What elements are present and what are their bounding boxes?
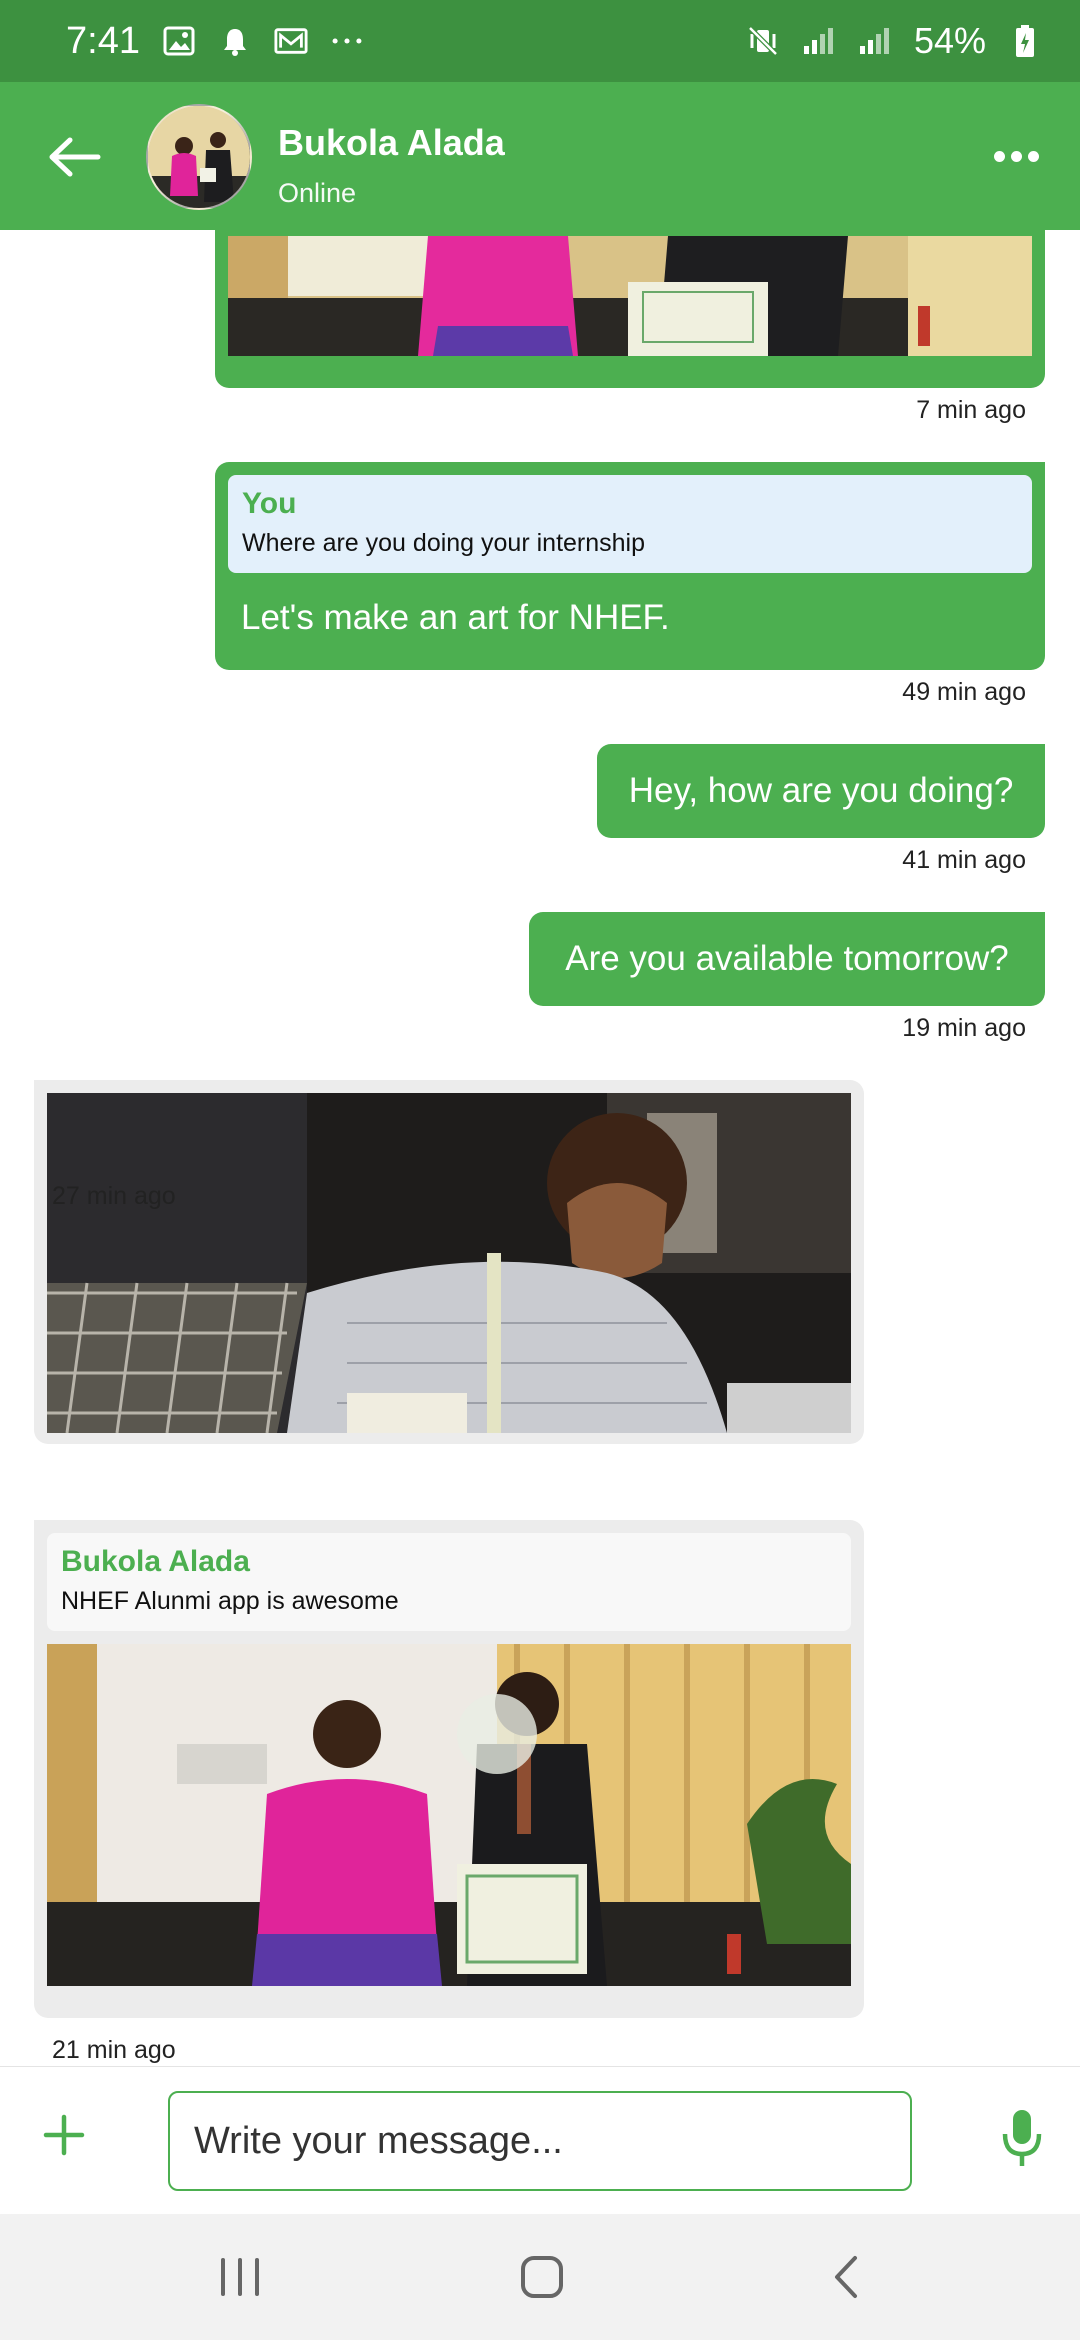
chat-header: Bukola Alada Online bbox=[0, 82, 1080, 230]
message-incoming-image[interactable] bbox=[34, 1080, 864, 1444]
chat-messages[interactable]: 7 min ago You Where are you doing your i… bbox=[0, 230, 1080, 2066]
message-composer bbox=[0, 2066, 1080, 2214]
attach-button[interactable] bbox=[36, 2107, 92, 2163]
contact-status: Online bbox=[278, 178, 357, 208]
message-timestamp: 49 min ago bbox=[902, 678, 1026, 706]
message-timestamp: 27 min ago bbox=[52, 1182, 176, 1210]
vibrate-mute-icon bbox=[746, 24, 780, 58]
back-button[interactable] bbox=[40, 122, 110, 192]
voice-record-button[interactable] bbox=[992, 2103, 1052, 2173]
more-dot-icon bbox=[1027, 150, 1039, 162]
home-button[interactable] bbox=[502, 2244, 582, 2310]
status-right: 54% bbox=[746, 20, 1042, 62]
signal-strength-icon bbox=[802, 24, 836, 58]
reply-quote[interactable]: You Where are you doing your internship bbox=[228, 475, 1032, 573]
reply-quote-text: NHEF Alunmi app is awesome bbox=[61, 1587, 399, 1615]
message-photo[interactable] bbox=[228, 236, 1032, 356]
message-photo[interactable] bbox=[47, 1093, 851, 1433]
reply-quote-text: Where are you doing your internship bbox=[242, 529, 646, 557]
more-options-button[interactable] bbox=[986, 136, 1046, 176]
reply-quote-author: You bbox=[242, 487, 297, 520]
gallery-icon bbox=[162, 24, 196, 58]
more-dot-icon bbox=[1010, 150, 1022, 162]
message-text: Hey, how are you doing? bbox=[628, 771, 1014, 810]
message-timestamp: 7 min ago bbox=[916, 396, 1026, 424]
status-bar: 7:41 54% bbox=[0, 0, 1080, 82]
battery-percent: 54% bbox=[913, 20, 986, 61]
notification-bell-icon bbox=[218, 24, 252, 58]
home-icon bbox=[521, 2256, 563, 2298]
message-text: Let's make an art for NHEF. bbox=[241, 598, 670, 637]
back-nav-button[interactable] bbox=[806, 2244, 886, 2310]
arrow-left-icon bbox=[49, 137, 101, 177]
status-time: 7:41 bbox=[66, 19, 140, 62]
message-outgoing-text[interactable]: Hey, how are you doing? bbox=[597, 744, 1045, 838]
message-text: Are you available tomorrow? bbox=[565, 939, 1009, 978]
message-incoming-reply-image[interactable]: Bukola Alada NHEF Alunmi app is awesome bbox=[34, 1520, 864, 2018]
system-navigation-bar bbox=[0, 2214, 1080, 2340]
chevron-left-icon bbox=[835, 2256, 857, 2298]
message-input[interactable] bbox=[168, 2091, 912, 2191]
message-photo[interactable] bbox=[47, 1644, 851, 1986]
reply-quote[interactable]: Bukola Alada NHEF Alunmi app is awesome bbox=[47, 1533, 851, 1631]
message-outgoing-text[interactable]: Are you available tomorrow? bbox=[529, 912, 1045, 1006]
message-timestamp: 21 min ago bbox=[52, 2036, 176, 2064]
plus-icon bbox=[43, 2114, 85, 2156]
microphone-icon bbox=[1002, 2110, 1042, 2166]
status-left: 7:41 bbox=[66, 20, 364, 63]
mail-icon bbox=[274, 24, 308, 58]
reply-quote-author: Bukola Alada bbox=[61, 1545, 250, 1578]
recent-apps-icon bbox=[221, 2258, 259, 2296]
battery-charging-icon bbox=[1008, 24, 1042, 58]
message-timestamp: 19 min ago bbox=[902, 1014, 1026, 1042]
more-notifications-icon bbox=[330, 24, 364, 58]
message-outgoing-image[interactable] bbox=[215, 230, 1045, 388]
message-timestamp: 41 min ago bbox=[902, 846, 1026, 874]
message-outgoing-reply[interactable]: You Where are you doing your internship … bbox=[215, 462, 1045, 670]
more-dot-icon bbox=[993, 150, 1005, 162]
contact-avatar[interactable] bbox=[146, 104, 252, 210]
recent-apps-button[interactable] bbox=[200, 2244, 280, 2310]
signal-strength-icon-2 bbox=[858, 24, 892, 58]
contact-name: Bukola Alada bbox=[278, 122, 505, 163]
